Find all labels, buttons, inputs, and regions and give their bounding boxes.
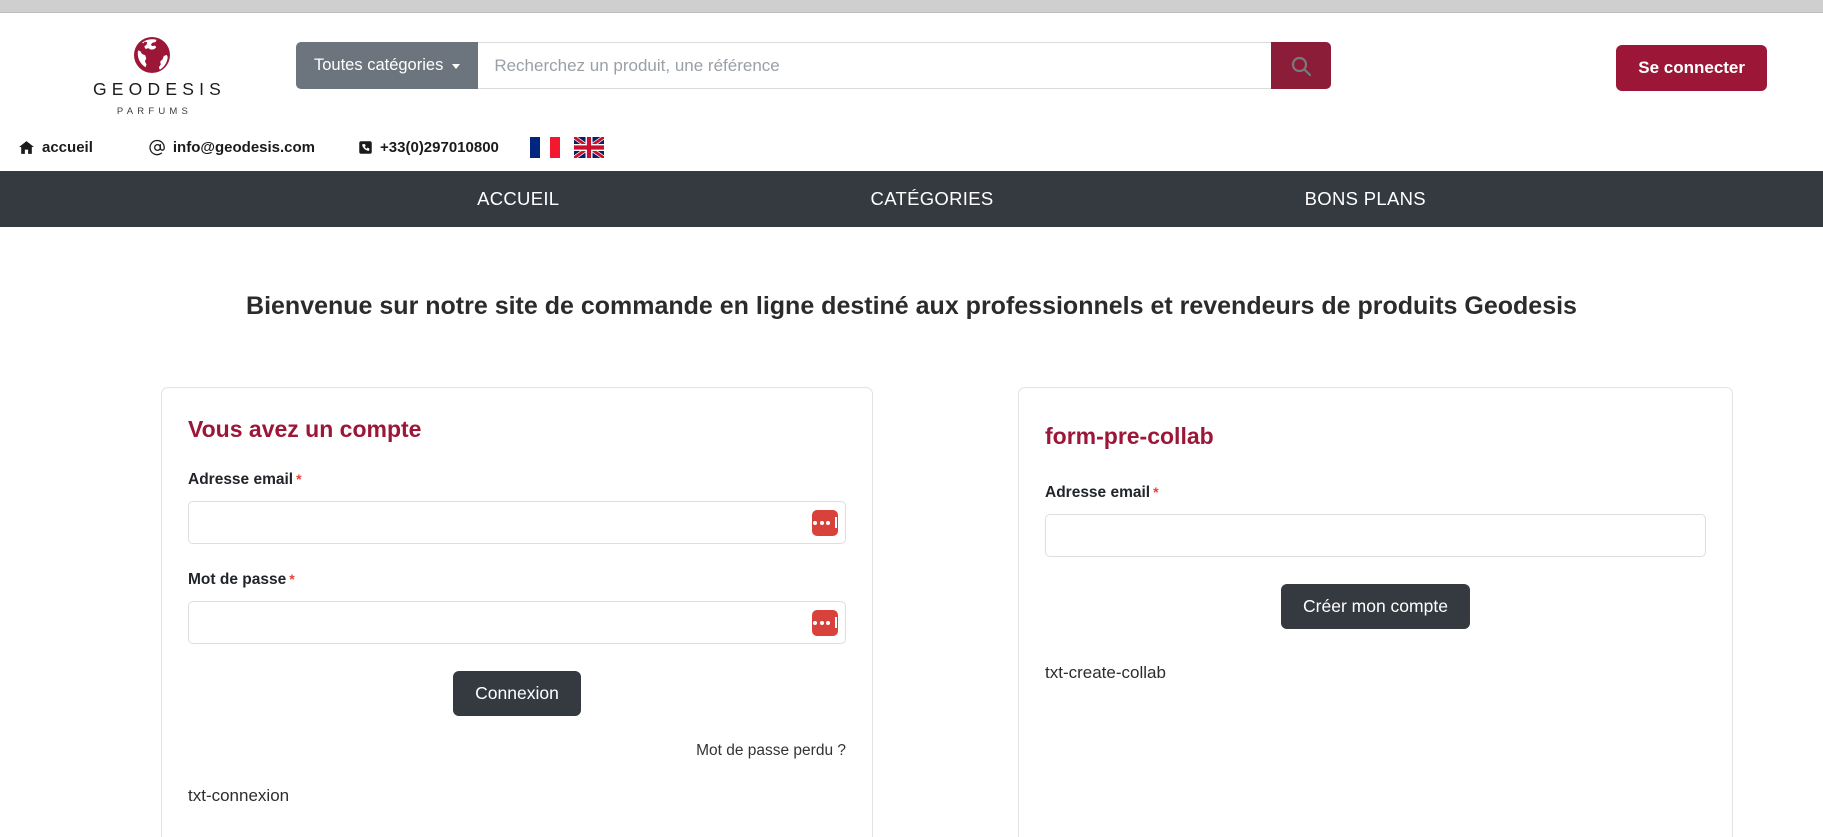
login-footer-token: txt-connexion [188, 786, 846, 806]
brand-tagline: PARFUMS [88, 106, 216, 117]
login-email-field-wrap [188, 501, 846, 544]
required-marker: * [296, 471, 301, 487]
chevron-down-icon [452, 64, 460, 69]
login-submit-button[interactable]: Connexion [453, 671, 581, 716]
lastpass-icon[interactable] [812, 510, 838, 536]
flag-uk-icon[interactable] [574, 137, 604, 158]
lastpass-icon[interactable] [812, 610, 838, 636]
signup-card: form-pre-collab Adresse email* Créer mon… [1018, 387, 1733, 837]
lastpass-dot [813, 621, 817, 625]
signup-email-input[interactable] [1045, 514, 1706, 557]
site-header: GEODESIS PARFUMS Toutes catégories Se co… [0, 13, 1823, 123]
search-input[interactable] [478, 42, 1271, 89]
utility-home-link[interactable]: accueil [18, 139, 93, 156]
signup-email-label-text: Adresse email [1045, 484, 1150, 501]
welcome-heading: Bienvenue sur notre site de commande en … [0, 244, 1823, 323]
signup-submit-button[interactable]: Créer mon compte [1281, 584, 1470, 629]
login-email-label: Adresse email* [188, 471, 846, 489]
login-password-field-wrap [188, 601, 846, 644]
brand-name: GEODESIS [88, 81, 216, 99]
login-password-label: Mot de passe* [188, 571, 846, 589]
nav-items: ACCUEIL CATÉGORIES BONS PLANS [122, 188, 1702, 210]
login-password-label-text: Mot de passe [188, 571, 286, 588]
nav-item-categories[interactable]: CATÉGORIES [871, 188, 994, 210]
required-marker: * [289, 571, 294, 587]
lastpass-bar [835, 617, 838, 628]
globe-icon [132, 35, 172, 75]
lastpass-bar [835, 517, 838, 528]
signup-email-label: Adresse email* [1045, 484, 1706, 502]
utility-email-label: info@geodesis.com [173, 139, 315, 156]
signup-footer-token: txt-create-collab [1045, 663, 1706, 683]
forgot-password-link[interactable]: Mot de passe perdu ? [696, 742, 846, 759]
lastpass-dot [813, 521, 817, 525]
lastpass-dot [820, 521, 824, 525]
utility-phone-label: +33(0)297010800 [380, 139, 499, 156]
login-email-input[interactable] [188, 501, 846, 544]
utility-phone-link[interactable]: +33(0)297010800 [358, 139, 499, 156]
signup-email-field-wrap [1045, 514, 1706, 557]
category-select-label: Toutes catégories [314, 56, 443, 75]
search-icon [1289, 54, 1313, 78]
login-email-label-text: Adresse email [188, 471, 293, 488]
home-icon [18, 139, 35, 156]
login-button[interactable]: Se connecter [1616, 45, 1767, 91]
search-bar: Toutes catégories [296, 42, 1331, 89]
auth-cards-region: Vous avez un compte Adresse email* Mot d… [0, 339, 1823, 837]
nav-item-bons-plans[interactable]: BONS PLANS [1305, 188, 1426, 210]
nav-item-accueil[interactable]: ACCUEIL [477, 188, 559, 210]
utility-bar: accueil info@geodesis.com +33(0)29701080… [0, 123, 1823, 171]
login-password-input[interactable] [188, 601, 846, 644]
login-card: Vous avez un compte Adresse email* Mot d… [161, 387, 873, 837]
category-select[interactable]: Toutes catégories [296, 42, 478, 89]
lastpass-dot [826, 521, 830, 525]
lastpass-dot [826, 621, 830, 625]
utility-home-label: accueil [42, 139, 93, 156]
main-navigation: ACCUEIL CATÉGORIES BONS PLANS [0, 171, 1823, 227]
login-card-title: Vous avez un compte [188, 416, 846, 443]
horizontal-scrollbar[interactable] [0, 0, 1823, 13]
utility-email-link[interactable]: info@geodesis.com [149, 139, 315, 156]
brand-logo[interactable]: GEODESIS PARFUMS [88, 35, 216, 117]
signup-card-title: form-pre-collab [1045, 423, 1706, 450]
lastpass-dot [820, 621, 824, 625]
search-submit-button[interactable] [1271, 42, 1331, 89]
required-marker: * [1153, 484, 1158, 500]
flag-france-icon[interactable] [530, 137, 560, 158]
at-icon [149, 139, 166, 156]
phone-icon [358, 140, 373, 155]
forgot-password-row: Mot de passe perdu ? [188, 742, 846, 760]
